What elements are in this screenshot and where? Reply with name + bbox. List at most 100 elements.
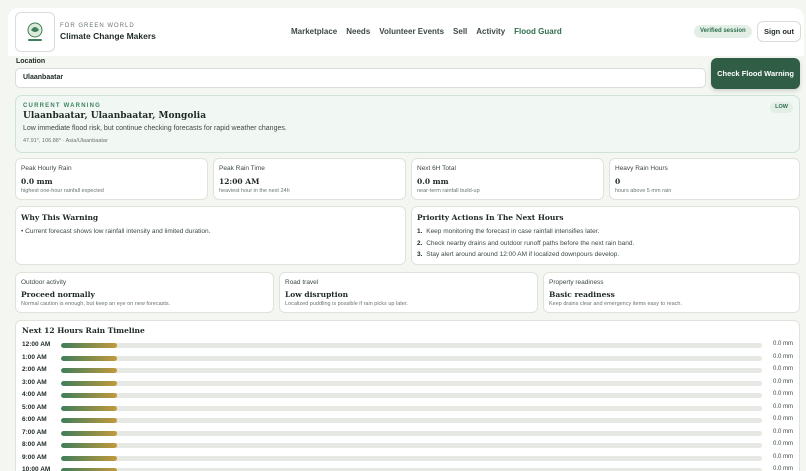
- timeline-row: 2:00 AM 0.0 mm: [22, 366, 798, 376]
- nav-needs[interactable]: Needs: [346, 27, 370, 36]
- timeline-time: 1:00 AM: [22, 353, 47, 361]
- org-subtitle: For Green World: [60, 23, 135, 29]
- impact-label: Outdoor activity: [21, 279, 67, 286]
- stat-value: 0.0 mm: [21, 177, 53, 186]
- timeline-amount: 0.0 mm: [772, 341, 793, 347]
- rain-bar-track: [61, 430, 762, 436]
- impact-label: Road travel: [285, 279, 319, 286]
- impact-caption: Keep drains clear and emergency items ea…: [549, 301, 682, 307]
- rain-bar-fill: [61, 418, 118, 423]
- main-nav: Marketplace Needs Volunteer Events Sell …: [291, 27, 571, 36]
- impact-value: Proceed normally: [21, 290, 95, 299]
- panel-title: Why This Warning: [21, 213, 99, 222]
- list-item: 2. Check nearby drains and outdoor runof…: [417, 239, 635, 247]
- timeline-time: 4:00 AM: [22, 391, 47, 398]
- list-item: 1. Keep monitoring the forecast in case …: [417, 228, 600, 235]
- timeline-row: 12:00 AM 0.0 mm: [22, 341, 798, 351]
- timeline-amount: 0.0 mm: [772, 453, 793, 460]
- current-warning-card: Current Warning Ulaanbaatar, Ulaanbaatar…: [15, 95, 800, 153]
- why-list: • Current forecast shows low rainfall in…: [21, 228, 210, 240]
- timeline-row: 3:00 AM 0.0 mm: [22, 379, 798, 389]
- rain-bar-track: [61, 380, 762, 386]
- sign-out-button[interactable]: Sign out: [757, 21, 801, 42]
- nav-flood-guard[interactable]: Flood Guard: [514, 27, 562, 36]
- impact-outdoor-activity: Outdoor activity Proceed normally Normal…: [15, 272, 274, 313]
- timeline-row: 4:00 AM 0.0 mm: [22, 391, 798, 401]
- nav-volunteer-events[interactable]: Volunteer Events: [379, 27, 444, 36]
- timeline-time: 9:00 AM: [22, 453, 47, 461]
- list-item-text: Stay alert around around 12:00 AM if loc…: [426, 251, 620, 258]
- list-item: 3. Stay alert around around 12:00 AM if …: [417, 251, 620, 258]
- impact-label: Property readiness: [549, 279, 604, 286]
- timeline-amount: 0.0 mm: [772, 428, 793, 435]
- timeline-time: 12:00 AM: [22, 341, 51, 348]
- stat-label: Heavy Rain Hours: [615, 165, 668, 172]
- timeline-row: 7:00 AM 0.0 mm: [22, 429, 798, 439]
- rain-bar-fill: [61, 443, 118, 448]
- list-item-text: Current forecast shows low rainfall inte…: [25, 228, 211, 235]
- verified-session-badge: Verified session: [694, 25, 752, 38]
- priority-actions-panel: Priority Actions In The Next Hours 1. Ke…: [411, 206, 800, 265]
- rain-bar-fill: [61, 393, 118, 398]
- check-flood-warning-button[interactable]: Check Flood Warning: [711, 58, 800, 89]
- leaf-globe-logo-icon: [27, 22, 43, 41]
- timeline-amount: 0.0 mm: [772, 366, 793, 372]
- stat-label: Next 6H Total: [417, 165, 456, 172]
- impact-road-travel: Road travel Low disruption Localized pud…: [279, 272, 538, 313]
- warning-location-title: Ulaanbaatar, Ulaanbaatar, Mongolia: [23, 111, 207, 121]
- panel-title: Priority Actions In The Next Hours: [417, 213, 564, 222]
- timeline-amount: 0.0 mm: [772, 378, 793, 385]
- timeline-amount: 0.0 mm: [772, 391, 793, 397]
- list-item-text: Keep monitoring the forecast in case rai…: [426, 228, 600, 235]
- impact-property-readiness: Property readiness Basic readiness Keep …: [543, 272, 800, 313]
- stat-caption: heaviest hour in the next 24h: [219, 188, 290, 194]
- rain-bar-track: [61, 405, 762, 411]
- nav-sell[interactable]: Sell: [453, 27, 467, 36]
- org-logo[interactable]: [15, 12, 55, 52]
- impact-caption: Normal caution is enough, but keep an ey…: [21, 301, 171, 307]
- nav-marketplace[interactable]: Marketplace: [291, 27, 337, 36]
- rain-bar-fill: [61, 343, 118, 348]
- impact-value: Basic readiness: [549, 290, 615, 299]
- stat-value: 0: [615, 177, 621, 186]
- why-this-warning-panel: Why This Warning • Current forecast show…: [15, 206, 406, 265]
- location-label: Location: [16, 58, 46, 65]
- warning-tag: Current Warning: [23, 103, 101, 109]
- nav-activity[interactable]: Activity: [476, 27, 505, 36]
- warning-coordinates: 47.91°, 106.88° · Asia/Ulaanbaatar: [23, 138, 108, 144]
- timeline-row: 10:00 AM 0.0 mm: [22, 466, 798, 471]
- stat-caption: hours above 5 mm rain: [615, 188, 672, 194]
- timeline-row: 6:00 AM 0.0 mm: [22, 416, 798, 426]
- stat-peak-hourly-rain: Peak Hourly Rain 0.0 mm highest one-hour…: [15, 158, 208, 200]
- timeline-time: 5:00 AM: [22, 403, 47, 411]
- rain-bar-track: [61, 443, 762, 448]
- rain-bar-track: [61, 343, 762, 348]
- timeline-time: 10:00 AM: [22, 466, 51, 471]
- rain-timeline-panel: Next 12 Hours Rain Timeline 12:00 AM 0.0 …: [15, 320, 800, 471]
- timeline-amount: 0.0 mm: [772, 403, 793, 410]
- impact-value: Low disruption: [285, 290, 349, 299]
- list-item: • Current forecast shows low rainfall in…: [21, 228, 211, 235]
- stat-label: Peak Rain Time: [219, 165, 265, 172]
- timeline-amount: 0.0 mm: [772, 353, 793, 360]
- actions-list: 1. Keep monitoring the forecast in case …: [417, 228, 634, 263]
- rain-bar-track: [61, 368, 762, 373]
- rain-bar-track: [61, 455, 762, 461]
- timeline-amount: 0.0 mm: [772, 466, 793, 471]
- stat-heavy-rain-hours: Heavy Rain Hours 0 hours above 5 mm rain: [609, 158, 800, 200]
- timeline-time: 3:00 AM: [22, 378, 47, 386]
- timeline-row: 1:00 AM 0.0 mm: [22, 354, 798, 364]
- risk-level-badge: LOW: [770, 102, 793, 113]
- timeline-row: 5:00 AM 0.0 mm: [22, 404, 798, 414]
- rain-bar-fill: [61, 455, 118, 461]
- stat-caption: highest one-hour rainfall expected: [21, 188, 104, 194]
- warning-description: Low immediate flood risk, but continue c…: [23, 125, 287, 132]
- timeline-row: 9:00 AM 0.0 mm: [22, 454, 798, 464]
- timeline-row: 8:00 AM 0.0 mm: [22, 441, 798, 451]
- stat-label: Peak Hourly Rain: [21, 165, 72, 172]
- timeline-amount: 0.0 mm: [772, 416, 793, 422]
- stat-value: 0.0 mm: [417, 177, 449, 186]
- timeline-title: Next 12 Hours Rain Timeline: [22, 326, 145, 335]
- org-name: Climate Change Makers: [60, 31, 156, 41]
- location-input[interactable]: Ulaanbaatar: [15, 68, 706, 88]
